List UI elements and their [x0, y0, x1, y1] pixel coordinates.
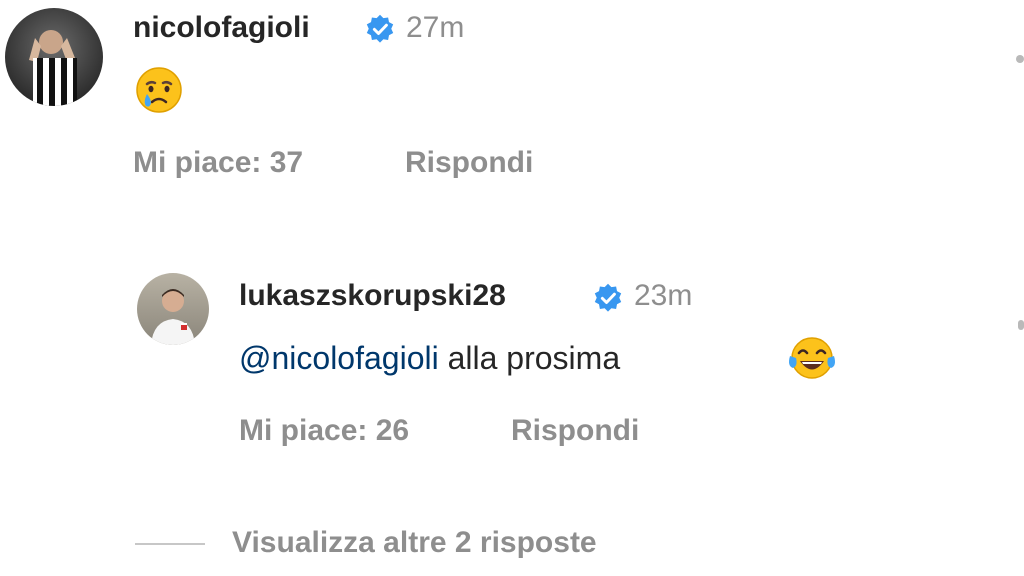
view-more-replies-button[interactable]: Visualizza altre 2 risposte [232, 525, 597, 561]
like-heart-icon[interactable] [1016, 55, 1024, 63]
avatar-lukaszskorupski28[interactable] [137, 273, 209, 345]
reply-like-heart-icon[interactable] [1018, 320, 1024, 330]
reply-likes-count[interactable]: Mi piace: 26 [239, 413, 409, 449]
face-with-tears-of-joy-emoji-icon [787, 334, 837, 382]
comment-time: 27m [406, 11, 465, 44]
verified-badge-icon [365, 14, 395, 44]
avatar-nicolofagioli[interactable] [5, 8, 103, 106]
crying-face-emoji-icon [133, 64, 185, 116]
comment-username[interactable]: nicolofagioli [133, 10, 310, 46]
reply-text: @nicolofagioli alla prosima [239, 338, 620, 378]
reply-button[interactable]: Rispondi [405, 145, 533, 181]
view-more-divider [135, 543, 205, 545]
reply-reply-button[interactable]: Rispondi [511, 413, 639, 449]
likes-count[interactable]: Mi piace: 37 [133, 145, 303, 181]
verified-badge-icon [593, 283, 623, 313]
comment-thread: nicolofagioli 27m Mi piace: 37 Rispondi [0, 0, 1024, 576]
reply-time: 23m [634, 279, 693, 312]
mention-link[interactable]: @nicolofagioli [239, 340, 439, 376]
reply-body: alla prosima [438, 340, 621, 376]
reply-username[interactable]: lukaszskorupski28 [239, 278, 506, 314]
